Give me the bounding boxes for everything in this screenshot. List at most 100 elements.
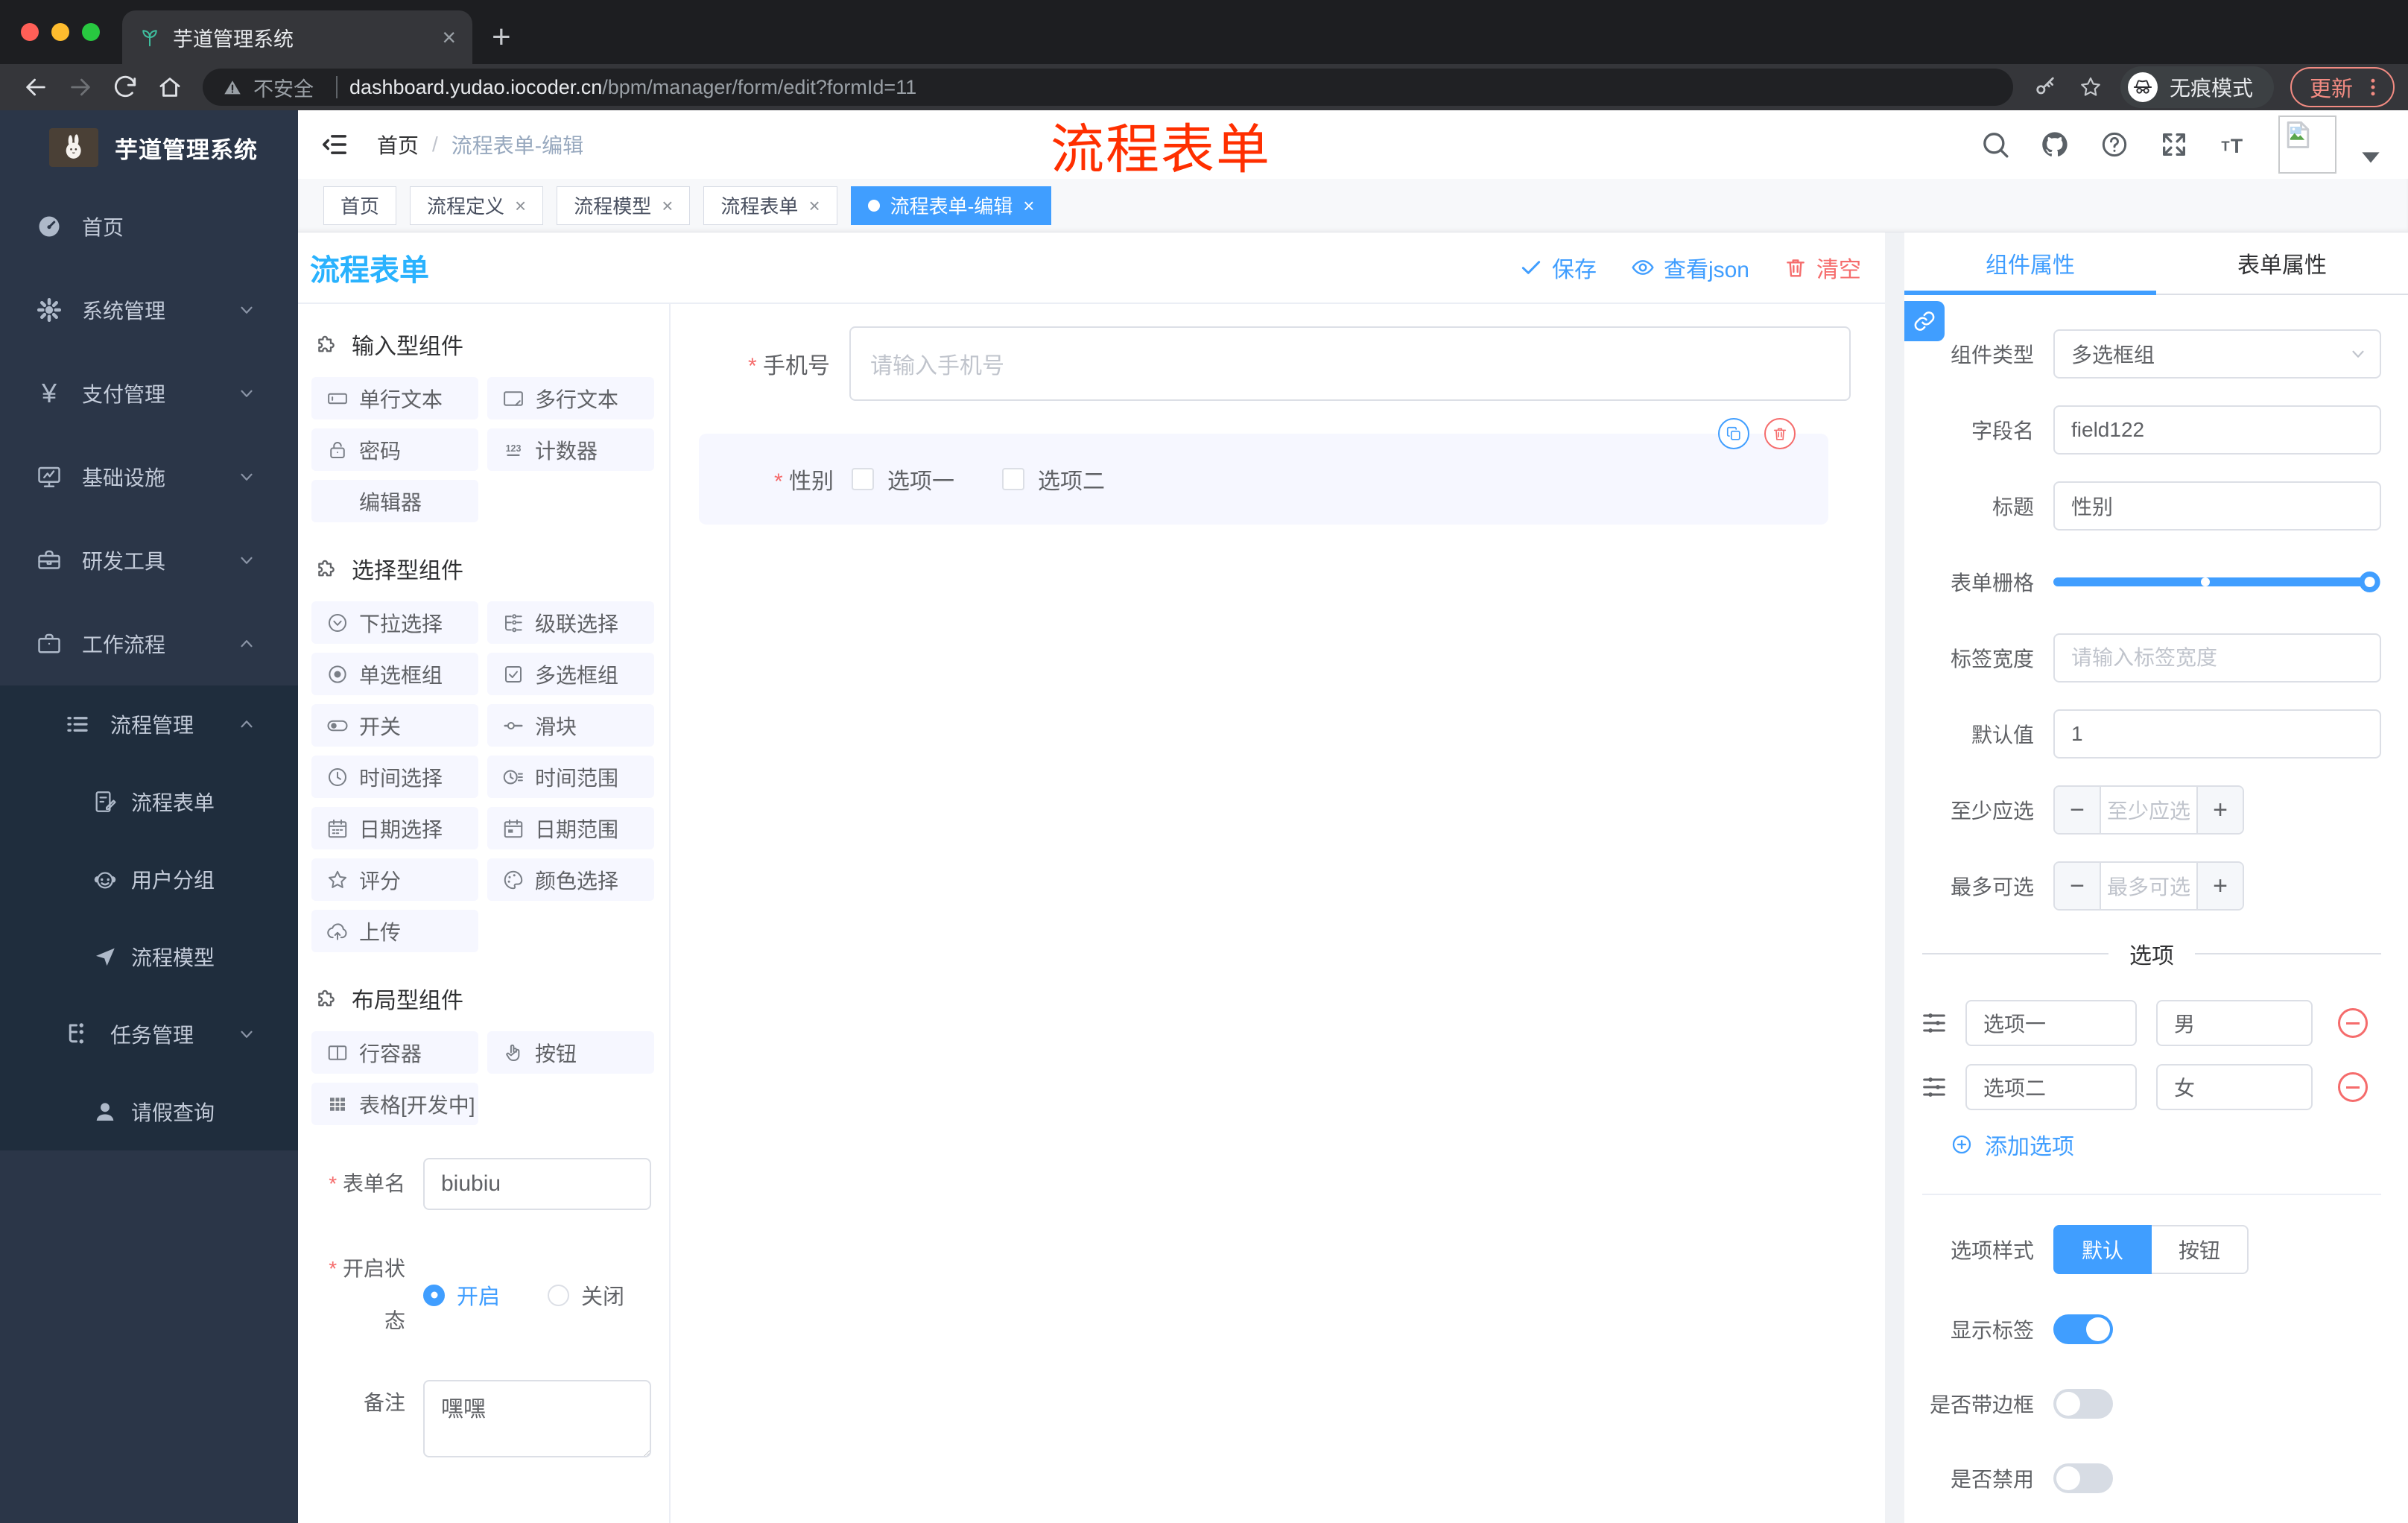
forward-icon[interactable] <box>68 75 93 100</box>
palette-item-级联选择[interactable]: 级联选择 <box>487 601 654 644</box>
password-key-icon[interactable] <box>2034 75 2058 99</box>
drag-handle-icon[interactable] <box>1919 1072 1949 1102</box>
remove-option-button[interactable] <box>2338 1072 2368 1102</box>
palette-item-滑块[interactable]: 滑块 <box>487 704 654 747</box>
maximize-window-button[interactable] <box>82 23 100 41</box>
form-name-input[interactable] <box>423 1158 651 1210</box>
tab-close-icon[interactable]: × <box>662 196 673 215</box>
palette-item-评分[interactable]: 评分 <box>311 858 478 901</box>
new-tab-button[interactable]: + <box>492 21 511 54</box>
style-button-button[interactable]: 按钮 <box>2152 1225 2249 1274</box>
form-remark-textarea[interactable] <box>423 1380 651 1457</box>
palette-item-多选框组[interactable]: 多选框组 <box>487 653 654 695</box>
bookmark-star-icon[interactable] <box>2079 75 2103 99</box>
sidebar-item-基础设施[interactable]: 基础设施 <box>0 435 298 519</box>
address-bar[interactable]: 不安全 dashboard.yudao.iocoder.cn /bpm/mana… <box>203 69 2013 106</box>
font-size-icon[interactable]: TT <box>2219 130 2249 159</box>
palette-item-日期范围[interactable]: 日期范围 <box>487 807 654 849</box>
delete-component-button[interactable] <box>1764 418 1796 449</box>
page-tab-流程定义[interactable]: 流程定义 × <box>410 186 544 225</box>
remove-option-button[interactable] <box>2338 1008 2368 1038</box>
sidebar-collapse-icon[interactable] <box>320 130 349 159</box>
home-icon[interactable] <box>157 75 183 100</box>
canvas-field-gender-selected[interactable]: 性别 选项一 选项二 <box>699 418 1828 525</box>
palette-item-按钮[interactable]: 按钮 <box>487 1031 654 1074</box>
palette-item-密码[interactable]: 密码 <box>311 428 478 471</box>
stepper-minus-button[interactable]: − <box>2055 787 2101 833</box>
option-label-input[interactable] <box>1965 1000 2137 1046</box>
palette-item-编辑器[interactable]: 编辑器 <box>311 480 478 522</box>
avatar[interactable] <box>2278 115 2336 174</box>
reload-icon[interactable] <box>113 75 138 100</box>
sidebar-item-请假查询[interactable]: 请假查询 <box>0 1073 298 1150</box>
option-label-input[interactable] <box>1965 1064 2137 1110</box>
default-value-input[interactable] <box>2053 709 2381 759</box>
option-value-input[interactable] <box>2156 1000 2313 1046</box>
close-window-button[interactable] <box>21 23 39 41</box>
page-tab-流程模型[interactable]: 流程模型 × <box>557 186 691 225</box>
option-value-input[interactable] <box>2156 1064 2313 1110</box>
view-json-button[interactable]: 查看json <box>1631 251 1749 284</box>
sidebar-item-首页[interactable]: 首页 <box>0 185 298 268</box>
sidebar-item-支付管理[interactable]: ¥ 支付管理 <box>0 352 298 435</box>
palette-item-单行文本[interactable]: 单行文本 <box>311 377 478 419</box>
tab-close-icon[interactable]: × <box>515 196 526 215</box>
stepper-plus-button[interactable]: + <box>2196 863 2243 909</box>
save-button[interactable]: 保存 <box>1519 251 1597 284</box>
palette-item-颜色选择[interactable]: 颜色选择 <box>487 858 654 901</box>
grid-slider[interactable] <box>2053 571 2380 592</box>
title-input[interactable] <box>2053 481 2381 531</box>
page-tab-首页[interactable]: 首页 <box>323 186 397 225</box>
palette-item-日期选择[interactable]: 日期选择 <box>311 807 478 849</box>
browser-update-button[interactable]: 更新 <box>2290 67 2395 107</box>
tab-close-icon[interactable]: × <box>808 196 820 215</box>
stepper-plus-button[interactable]: + <box>2196 787 2243 833</box>
sidebar-item-研发工具[interactable]: 研发工具 <box>0 519 298 602</box>
palette-item-下拉选择[interactable]: 下拉选择 <box>311 601 478 644</box>
palette-item-表格[开发中][interactable]: 表格[开发中] <box>311 1083 478 1125</box>
sidebar-item-流程模型[interactable]: 流程模型 <box>0 918 298 995</box>
avatar-dropdown-icon[interactable] <box>2356 142 2386 172</box>
palette-item-时间选择[interactable]: 时间选择 <box>311 756 478 798</box>
slider-handle[interactable] <box>2359 571 2380 592</box>
component-type-select[interactable] <box>2053 329 2381 379</box>
browser-tab[interactable]: 芋道管理系统 × <box>122 10 472 64</box>
tab-close-icon[interactable]: × <box>442 25 456 49</box>
stepper-minus-button[interactable]: − <box>2055 863 2101 909</box>
component-type-value[interactable] <box>2053 329 2381 379</box>
link-button[interactable] <box>1904 301 1945 341</box>
canvas-field-phone[interactable]: 手机号 请输入手机号 <box>671 326 1851 401</box>
page-tab-流程表单[interactable]: 流程表单 × <box>703 186 837 225</box>
gender-checkbox-option1[interactable]: 选项一 <box>852 463 954 495</box>
sidebar-item-流程表单[interactable]: 流程表单 <box>0 763 298 840</box>
fullscreen-icon[interactable] <box>2159 130 2189 159</box>
clear-button[interactable]: 清空 <box>1784 251 1861 284</box>
gender-checkbox-option2[interactable]: 选项二 <box>1002 463 1105 495</box>
back-icon[interactable] <box>23 75 48 100</box>
help-icon[interactable] <box>2100 130 2129 159</box>
github-icon[interactable] <box>2040 130 2070 159</box>
palette-item-单选框组[interactable]: 单选框组 <box>311 653 478 695</box>
palette-item-计数器[interactable]: 123 计数器 <box>487 428 654 471</box>
palette-item-行容器[interactable]: 行容器 <box>311 1031 478 1074</box>
field-name-input[interactable] <box>2053 405 2381 455</box>
toggle-是否禁用[interactable] <box>2053 1463 2113 1493</box>
sidebar-item-任务管理[interactable]: 任务管理 <box>0 995 298 1073</box>
search-icon[interactable] <box>1980 130 2010 159</box>
status-radio-off[interactable]: 关闭 <box>548 1279 624 1311</box>
sidebar-item-工作流程[interactable]: 工作流程 <box>0 602 298 685</box>
label-width-input[interactable] <box>2053 633 2381 683</box>
toggle-是否带边框[interactable] <box>2053 1389 2113 1419</box>
status-radio-on[interactable]: 开启 <box>423 1279 500 1311</box>
palette-item-时间范围[interactable]: 时间范围 <box>487 756 654 798</box>
drag-handle-icon[interactable] <box>1919 1008 1949 1038</box>
minimize-window-button[interactable] <box>51 23 69 41</box>
sidebar-item-用户分组[interactable]: 用户分组 <box>0 840 298 918</box>
phone-field-input[interactable]: 请输入手机号 <box>849 326 1851 401</box>
add-option-button[interactable]: 添加选项 <box>1951 1128 2381 1161</box>
duplicate-component-button[interactable] <box>1718 418 1749 449</box>
palette-item-上传[interactable]: 上传 <box>311 910 478 952</box>
breadcrumb-home[interactable]: 首页 <box>377 130 419 159</box>
tab-close-icon[interactable]: × <box>1023 196 1034 215</box>
tab-form-props[interactable]: 表单属性 <box>2156 232 2408 294</box>
